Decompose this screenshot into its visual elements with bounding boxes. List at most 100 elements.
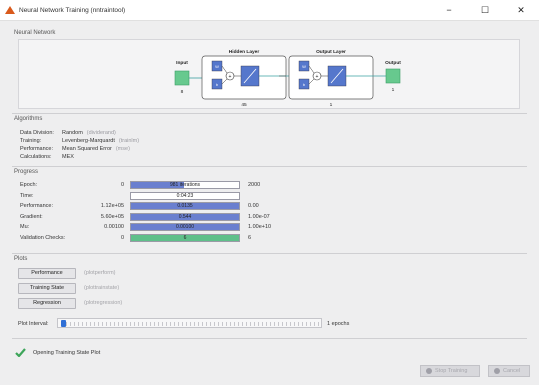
progress-initial-value: 1.12e+05	[100, 203, 124, 209]
output-size: 1	[392, 87, 395, 93]
progress-current-value: 0.0135	[177, 203, 193, 209]
progress-row: Gradient: 5.60e+05 0.544 1.00e-07	[20, 212, 520, 222]
input-node	[174, 70, 190, 86]
progress-initial-value: 0.00100	[104, 224, 124, 230]
performance-plot-button[interactable]: Performance	[18, 268, 76, 279]
progress-bar: 6	[130, 233, 240, 242]
progress-bar: 0.544	[130, 212, 240, 221]
status-message: Opening Training State Plot	[33, 350, 101, 356]
plots-section-title: Plots	[14, 256, 28, 262]
algorithms-section-title: Algorithms	[14, 116, 43, 122]
progress-label: Performance:	[20, 203, 54, 209]
progress-label: Gradient:	[20, 213, 43, 220]
algorithm-row: Data Division: Random (dividerand)	[20, 130, 116, 136]
output-layer-title: Output Layer	[316, 49, 346, 55]
progress-current-value: 6	[183, 234, 187, 241]
progress-bar: 0:04:23	[130, 191, 240, 200]
progress-target-value: 6	[248, 234, 252, 241]
progress-row: Time: 0:04:23	[20, 191, 520, 201]
output-label: Output	[385, 60, 401, 66]
progress-target-value: 1.00e-07	[248, 213, 270, 220]
window-controls: − ☐ ✕	[431, 0, 539, 20]
progress-label: Epoch:	[20, 182, 38, 188]
slider-thumb[interactable]	[61, 320, 66, 327]
input-size: 8	[181, 89, 184, 95]
close-button[interactable]: ✕	[503, 0, 539, 20]
progress-initial-value: 5.60e+05	[100, 213, 124, 220]
plot-interval-value: 1 epochs	[327, 321, 350, 327]
algorithm-value: Random	[62, 130, 83, 136]
training-state-plot-button[interactable]: Training State	[18, 283, 76, 294]
cancel-icon	[494, 368, 500, 374]
network-section-title: Neural Network	[14, 30, 56, 36]
progress-initial-value: 0	[120, 234, 124, 241]
cancel-button[interactable]: Cancel	[488, 365, 530, 377]
maximize-button[interactable]: ☐	[467, 0, 503, 20]
stop-training-button[interactable]: Stop Training	[420, 365, 480, 377]
progress-bar: 0.00100	[130, 223, 240, 231]
algorithm-value: Levenberg-Marquardt	[62, 138, 115, 144]
algorithm-row: Calculations: MEX	[20, 154, 74, 160]
matlab-logo-icon	[3, 4, 17, 16]
input-label: Input	[176, 60, 188, 66]
progress-label: Time:	[20, 192, 34, 199]
divider	[12, 166, 527, 167]
progress-bar: 0.0135	[130, 202, 240, 210]
progress-row: Mu: 0.00100 0.00100 1.00e+10	[20, 223, 520, 232]
regression-plot-button[interactable]: Regression	[18, 298, 76, 309]
output-weight-label: W	[302, 64, 306, 69]
output-layer-size: 1	[330, 102, 333, 108]
network-diagram: Input 8 Hidden Layer W b + 45 Output Lay…	[18, 39, 520, 109]
progress-current-value: 0.00100	[175, 224, 195, 230]
progress-current-value: 981 iterations	[169, 182, 201, 188]
progress-row: Validation Checks: 0 6 6	[20, 233, 520, 243]
algorithm-row: Training: Levenberg-Marquardt (trainlm)	[20, 138, 139, 144]
plot-function-label: (plotregression)	[84, 300, 123, 306]
minimize-button[interactable]: −	[431, 0, 467, 20]
hidden-sum-glyph: +	[229, 74, 232, 80]
progress-initial-value: 0	[120, 182, 124, 188]
progress-target-value: 1.00e+10	[248, 224, 272, 230]
stop-icon	[426, 368, 432, 374]
checkmark-icon	[15, 348, 26, 357]
cancel-label: Cancel	[503, 368, 521, 374]
progress-row: Performance: 1.12e+05 0.0135 0.00	[20, 202, 520, 211]
algorithm-key: Calculations:	[20, 154, 52, 160]
output-node	[385, 68, 401, 84]
plot-function-label: (plottrainstate)	[84, 285, 120, 291]
plot-interval-label: Plot Interval:	[18, 321, 49, 327]
progress-section-title: Progress	[14, 169, 39, 175]
progress-target-value: 0.00	[248, 203, 259, 209]
progress-current-value: 0.544	[178, 213, 192, 220]
algorithm-value: MEX	[62, 154, 74, 160]
divider	[12, 338, 527, 339]
hidden-layer-title: Hidden Layer	[229, 49, 260, 55]
window-client: Neural Network Input 8 Hidden Layer W b …	[0, 20, 539, 385]
progress-bar: 981 iterations	[130, 181, 240, 189]
algorithm-function: (mse)	[115, 146, 130, 152]
algorithm-function: (trainlm)	[118, 138, 140, 144]
progress-row: Epoch: 0 981 iterations 2000	[20, 181, 520, 190]
progress-label: Mu:	[20, 224, 30, 230]
slider-ticks	[66, 322, 319, 326]
progress-current-value: 0:04:23	[176, 192, 194, 199]
plot-interval-slider[interactable]	[57, 318, 322, 328]
divider	[12, 113, 527, 114]
hidden-weight-label: W	[215, 64, 219, 69]
output-sum-glyph: +	[316, 74, 319, 80]
algorithm-key: Data Division:	[20, 130, 54, 136]
network-diagram-svg: Input 8 Hidden Layer W b + 45 Output Lay…	[174, 49, 401, 108]
algorithm-function: (dividerand)	[86, 130, 116, 136]
progress-label: Validation Checks:	[20, 234, 66, 241]
algorithm-value: Mean Squared Error	[62, 146, 112, 152]
title-bar: Neural Network Training (nntraintool) − …	[0, 0, 539, 20]
algorithm-key: Performance:	[20, 146, 54, 152]
progress-target-value: 2000	[248, 182, 261, 188]
stop-training-label: Stop Training	[435, 368, 468, 374]
window-title: Neural Network Training (nntraintool)	[19, 6, 126, 14]
hidden-layer-size: 45	[241, 102, 247, 108]
algorithm-row: Performance: Mean Squared Error (mse)	[20, 146, 130, 152]
plot-function-label: (plotperform)	[84, 270, 116, 276]
divider	[12, 253, 527, 254]
algorithm-key: Training:	[20, 138, 42, 144]
